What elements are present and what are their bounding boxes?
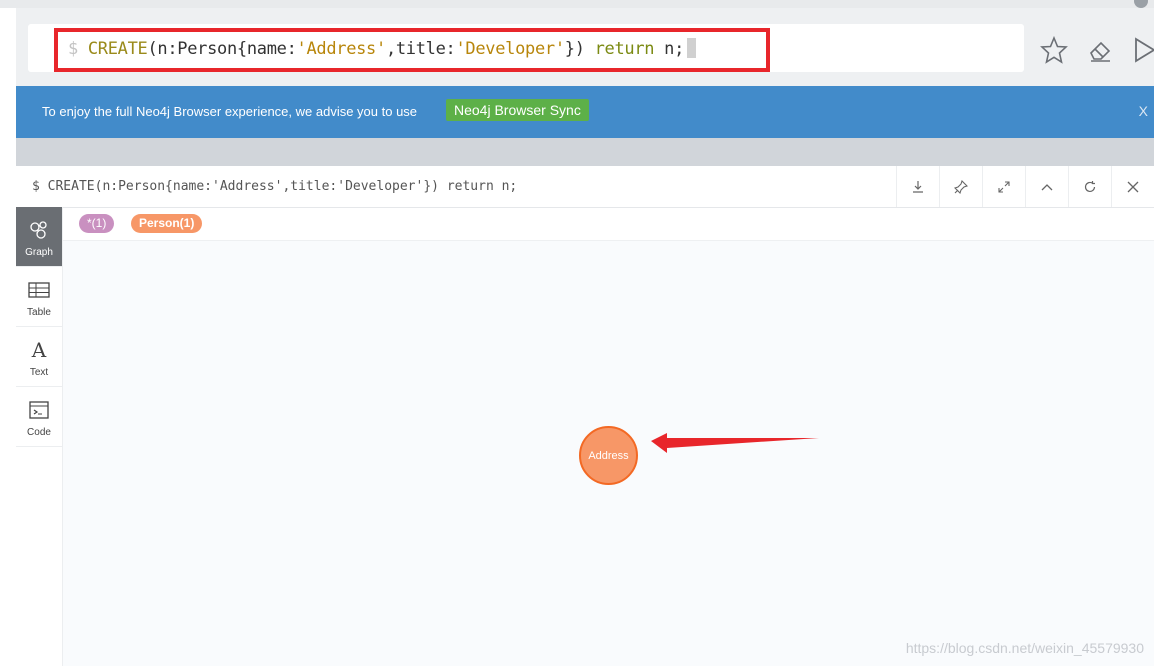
expand-icon[interactable] (982, 166, 1025, 207)
banner-message: To enjoy the full Neo4j Browser experien… (42, 104, 418, 119)
graph-node-label: Address (588, 449, 629, 462)
sidebar-item-graph[interactable]: Graph (16, 207, 62, 267)
code-icon (29, 401, 49, 419)
result-frame: $ CREATE(n:Person{name:'Address',title:'… (16, 166, 1154, 666)
collapse-icon[interactable] (1025, 166, 1068, 207)
browser-sync-button[interactable]: Neo4j Browser Sync (446, 99, 589, 121)
view-sidebar: Graph Table A Text Code (16, 207, 63, 666)
frame-title[interactable]: $ CREATE(n:Person{name:'Address',title:'… (32, 179, 517, 194)
graph-icon (30, 221, 47, 239)
close-icon[interactable] (1111, 166, 1154, 207)
frame-toolbar (896, 166, 1154, 207)
star-icon[interactable] (1040, 35, 1068, 64)
sidebar-item-label: Graph (25, 247, 53, 258)
sidebar-item-text[interactable]: A Text (16, 327, 62, 387)
text-icon: A (31, 339, 47, 361)
svg-text:A: A (31, 339, 47, 361)
graph-canvas[interactable]: Address https://blog.csdn.net/weixin_455… (63, 241, 1154, 666)
watermark: https://blog.csdn.net/weixin_45579930 (905, 640, 1144, 656)
download-icon[interactable] (896, 166, 939, 207)
neo4j-browser-main: $ CREATE(n:Person{name:'Address',title:'… (16, 8, 1154, 666)
annotation-highlight-box (54, 28, 770, 72)
legend-all-nodes-pill[interactable]: *(1) (79, 214, 115, 233)
table-icon (28, 282, 50, 298)
graph-legend: *(1) Person(1) (63, 208, 1154, 241)
banner-close-button[interactable]: X (1139, 103, 1148, 119)
frame-header: $ CREATE(n:Person{name:'Address',title:'… (16, 166, 1154, 208)
sidebar-item-label: Table (27, 307, 51, 318)
editor-actions (1034, 35, 1154, 66)
browser-top-strip (0, 0, 1154, 8)
user-avatar-icon[interactable] (1134, 0, 1148, 8)
eraser-icon[interactable] (1086, 36, 1114, 64)
sync-banner: To enjoy the full Neo4j Browser experien… (16, 86, 1154, 138)
sidebar-item-label: Code (27, 427, 51, 438)
refresh-icon[interactable] (1068, 166, 1111, 207)
pin-icon[interactable] (939, 166, 982, 207)
graph-node[interactable]: Address (579, 426, 638, 485)
sidebar-item-label: Text (29, 367, 49, 378)
sidebar-item-table[interactable]: Table (16, 267, 62, 327)
legend-person-label-pill[interactable]: Person(1) (131, 214, 203, 233)
sidebar-item-code[interactable]: Code (16, 387, 62, 447)
run-icon[interactable] (1130, 36, 1154, 64)
editor-row: $ CREATE(n:Person{name:'Address',title:'… (16, 8, 1154, 86)
